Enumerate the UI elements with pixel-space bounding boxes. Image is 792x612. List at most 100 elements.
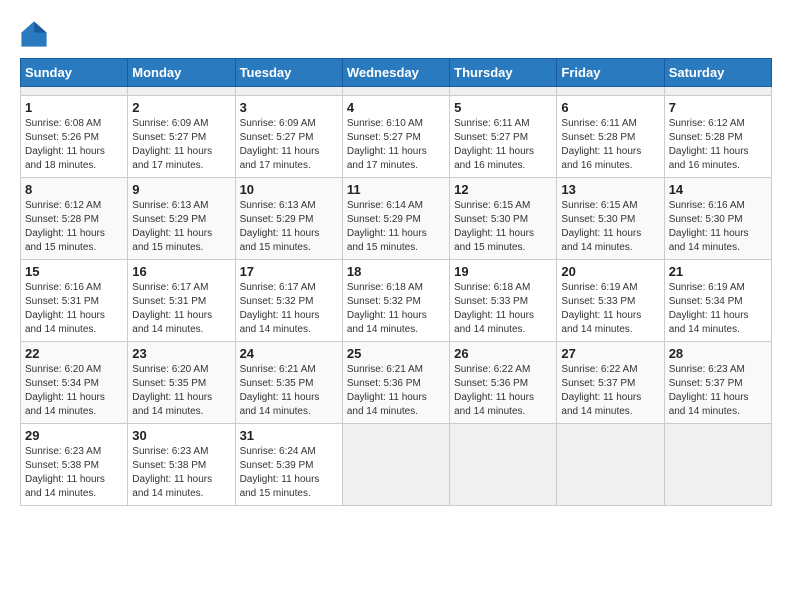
day-info: Sunrise: 6:22 AMSunset: 5:37 PMDaylight:… bbox=[561, 363, 659, 419]
day-number: 5 bbox=[454, 100, 552, 115]
day-info: Sunrise: 6:11 AMSunset: 5:28 PMDaylight:… bbox=[561, 117, 659, 173]
day-info: Sunrise: 6:24 AMSunset: 5:39 PMDaylight:… bbox=[240, 445, 338, 501]
calendar-cell: 2 Sunrise: 6:09 AMSunset: 5:27 PMDaylight… bbox=[128, 96, 235, 178]
day-number: 4 bbox=[347, 100, 445, 115]
calendar-cell: 21Sunrise: 6:19 AMSunset: 5:34 PMDayligh… bbox=[664, 260, 771, 342]
day-number: 20 bbox=[561, 264, 659, 279]
day-number: 22 bbox=[25, 346, 123, 361]
logo bbox=[20, 20, 52, 48]
calendar-cell bbox=[664, 87, 771, 96]
day-info: Sunrise: 6:12 AMSunset: 5:28 PMDaylight:… bbox=[25, 199, 123, 255]
day-info: Sunrise: 6:20 AMSunset: 5:35 PMDaylight:… bbox=[132, 363, 230, 419]
day-info: Sunrise: 6:23 AMSunset: 5:37 PMDaylight:… bbox=[669, 363, 767, 419]
page-header bbox=[20, 20, 772, 48]
day-number: 30 bbox=[132, 428, 230, 443]
calendar-week-2: 8 Sunrise: 6:12 AMSunset: 5:28 PMDaylight… bbox=[21, 178, 772, 260]
logo-icon bbox=[20, 20, 48, 48]
calendar-cell: 17 Sunrise: 6:17 AMSunset: 5:32 PMDayligh… bbox=[235, 260, 342, 342]
day-info: Sunrise: 6:08 AMSunset: 5:26 PMDaylight:… bbox=[25, 117, 123, 173]
day-info: Sunrise: 6:09 AMSunset: 5:27 PMDaylight:… bbox=[132, 117, 230, 173]
day-info: Sunrise: 6:16 AMSunset: 5:30 PMDaylight:… bbox=[669, 199, 767, 255]
calendar-cell: 11 Sunrise: 6:14 AMSunset: 5:29 PMDayligh… bbox=[342, 178, 449, 260]
day-number: 1 bbox=[25, 100, 123, 115]
calendar-cell: 8 Sunrise: 6:12 AMSunset: 5:28 PMDaylight… bbox=[21, 178, 128, 260]
day-number: 25 bbox=[347, 346, 445, 361]
calendar-cell: 24Sunrise: 6:21 AMSunset: 5:35 PMDayligh… bbox=[235, 342, 342, 424]
day-info: Sunrise: 6:09 AMSunset: 5:27 PMDaylight:… bbox=[240, 117, 338, 173]
day-info: Sunrise: 6:14 AMSunset: 5:29 PMDaylight:… bbox=[347, 199, 445, 255]
day-number: 26 bbox=[454, 346, 552, 361]
day-number: 16 bbox=[132, 264, 230, 279]
calendar-cell bbox=[235, 87, 342, 96]
day-number: 17 bbox=[240, 264, 338, 279]
calendar-week-3: 15 Sunrise: 6:16 AMSunset: 5:31 PMDayligh… bbox=[21, 260, 772, 342]
day-info: Sunrise: 6:20 AMSunset: 5:34 PMDaylight:… bbox=[25, 363, 123, 419]
day-info: Sunrise: 6:16 AMSunset: 5:31 PMDaylight:… bbox=[25, 281, 123, 337]
calendar-cell: 15 Sunrise: 6:16 AMSunset: 5:31 PMDayligh… bbox=[21, 260, 128, 342]
day-number: 14 bbox=[669, 182, 767, 197]
day-info: Sunrise: 6:22 AMSunset: 5:36 PMDaylight:… bbox=[454, 363, 552, 419]
calendar-cell bbox=[557, 87, 664, 96]
calendar-cell: 6Sunrise: 6:11 AMSunset: 5:28 PMDaylight… bbox=[557, 96, 664, 178]
calendar-cell: 1 Sunrise: 6:08 AMSunset: 5:26 PMDaylight… bbox=[21, 96, 128, 178]
day-info: Sunrise: 6:13 AMSunset: 5:29 PMDaylight:… bbox=[240, 199, 338, 255]
calendar-cell: 13 Sunrise: 6:15 AMSunset: 5:30 PMDayligh… bbox=[557, 178, 664, 260]
calendar-cell: 30 Sunrise: 6:23 AMSunset: 5:38 PMDayligh… bbox=[128, 424, 235, 506]
day-number: 23 bbox=[132, 346, 230, 361]
header-cell-monday: Monday bbox=[128, 59, 235, 87]
day-info: Sunrise: 6:18 AMSunset: 5:32 PMDaylight:… bbox=[347, 281, 445, 337]
day-number: 11 bbox=[347, 182, 445, 197]
header-cell-wednesday: Wednesday bbox=[342, 59, 449, 87]
day-info: Sunrise: 6:17 AMSunset: 5:32 PMDaylight:… bbox=[240, 281, 338, 337]
calendar-cell: 25 Sunrise: 6:21 AMSunset: 5:36 PMDayligh… bbox=[342, 342, 449, 424]
header-cell-friday: Friday bbox=[557, 59, 664, 87]
day-number: 21 bbox=[669, 264, 767, 279]
calendar-cell bbox=[342, 424, 449, 506]
calendar-cell: 31Sunrise: 6:24 AMSunset: 5:39 PMDayligh… bbox=[235, 424, 342, 506]
calendar-cell: 4 Sunrise: 6:10 AMSunset: 5:27 PMDaylight… bbox=[342, 96, 449, 178]
calendar-cell: 7Sunrise: 6:12 AMSunset: 5:28 PMDaylight… bbox=[664, 96, 771, 178]
calendar-cell: 12Sunrise: 6:15 AMSunset: 5:30 PMDayligh… bbox=[450, 178, 557, 260]
header-cell-saturday: Saturday bbox=[664, 59, 771, 87]
calendar-week-1: 1 Sunrise: 6:08 AMSunset: 5:26 PMDaylight… bbox=[21, 96, 772, 178]
calendar-cell bbox=[21, 87, 128, 96]
day-number: 8 bbox=[25, 182, 123, 197]
day-info: Sunrise: 6:10 AMSunset: 5:27 PMDaylight:… bbox=[347, 117, 445, 173]
day-info: Sunrise: 6:15 AMSunset: 5:30 PMDaylight:… bbox=[561, 199, 659, 255]
calendar-cell: 3 Sunrise: 6:09 AMSunset: 5:27 PMDaylight… bbox=[235, 96, 342, 178]
calendar-cell: 18 Sunrise: 6:18 AMSunset: 5:32 PMDayligh… bbox=[342, 260, 449, 342]
day-info: Sunrise: 6:15 AMSunset: 5:30 PMDaylight:… bbox=[454, 199, 552, 255]
calendar-body: 1 Sunrise: 6:08 AMSunset: 5:26 PMDaylight… bbox=[21, 87, 772, 506]
day-number: 10 bbox=[240, 182, 338, 197]
header-cell-tuesday: Tuesday bbox=[235, 59, 342, 87]
day-number: 18 bbox=[347, 264, 445, 279]
day-number: 2 bbox=[132, 100, 230, 115]
calendar-cell bbox=[128, 87, 235, 96]
calendar-table: SundayMondayTuesdayWednesdayThursdayFrid… bbox=[20, 58, 772, 506]
day-info: Sunrise: 6:19 AMSunset: 5:33 PMDaylight:… bbox=[561, 281, 659, 337]
day-info: Sunrise: 6:13 AMSunset: 5:29 PMDaylight:… bbox=[132, 199, 230, 255]
calendar-cell: 10 Sunrise: 6:13 AMSunset: 5:29 PMDayligh… bbox=[235, 178, 342, 260]
day-info: Sunrise: 6:18 AMSunset: 5:33 PMDaylight:… bbox=[454, 281, 552, 337]
calendar-cell bbox=[557, 424, 664, 506]
header-cell-thursday: Thursday bbox=[450, 59, 557, 87]
calendar-header: SundayMondayTuesdayWednesdayThursdayFrid… bbox=[21, 59, 772, 87]
calendar-cell: 23 Sunrise: 6:20 AMSunset: 5:35 PMDayligh… bbox=[128, 342, 235, 424]
calendar-cell: 28 Sunrise: 6:23 AMSunset: 5:37 PMDayligh… bbox=[664, 342, 771, 424]
calendar-cell: 22 Sunrise: 6:20 AMSunset: 5:34 PMDayligh… bbox=[21, 342, 128, 424]
calendar-cell: 16Sunrise: 6:17 AMSunset: 5:31 PMDayligh… bbox=[128, 260, 235, 342]
day-info: Sunrise: 6:21 AMSunset: 5:36 PMDaylight:… bbox=[347, 363, 445, 419]
day-number: 13 bbox=[561, 182, 659, 197]
day-number: 19 bbox=[454, 264, 552, 279]
day-number: 15 bbox=[25, 264, 123, 279]
calendar-cell: 14 Sunrise: 6:16 AMSunset: 5:30 PMDayligh… bbox=[664, 178, 771, 260]
calendar-cell bbox=[342, 87, 449, 96]
calendar-cell bbox=[450, 87, 557, 96]
day-number: 3 bbox=[240, 100, 338, 115]
day-number: 29 bbox=[25, 428, 123, 443]
day-info: Sunrise: 6:23 AMSunset: 5:38 PMDaylight:… bbox=[132, 445, 230, 501]
calendar-cell: 20 Sunrise: 6:19 AMSunset: 5:33 PMDayligh… bbox=[557, 260, 664, 342]
calendar-cell: 26 Sunrise: 6:22 AMSunset: 5:36 PMDayligh… bbox=[450, 342, 557, 424]
header-cell-sunday: Sunday bbox=[21, 59, 128, 87]
day-number: 28 bbox=[669, 346, 767, 361]
